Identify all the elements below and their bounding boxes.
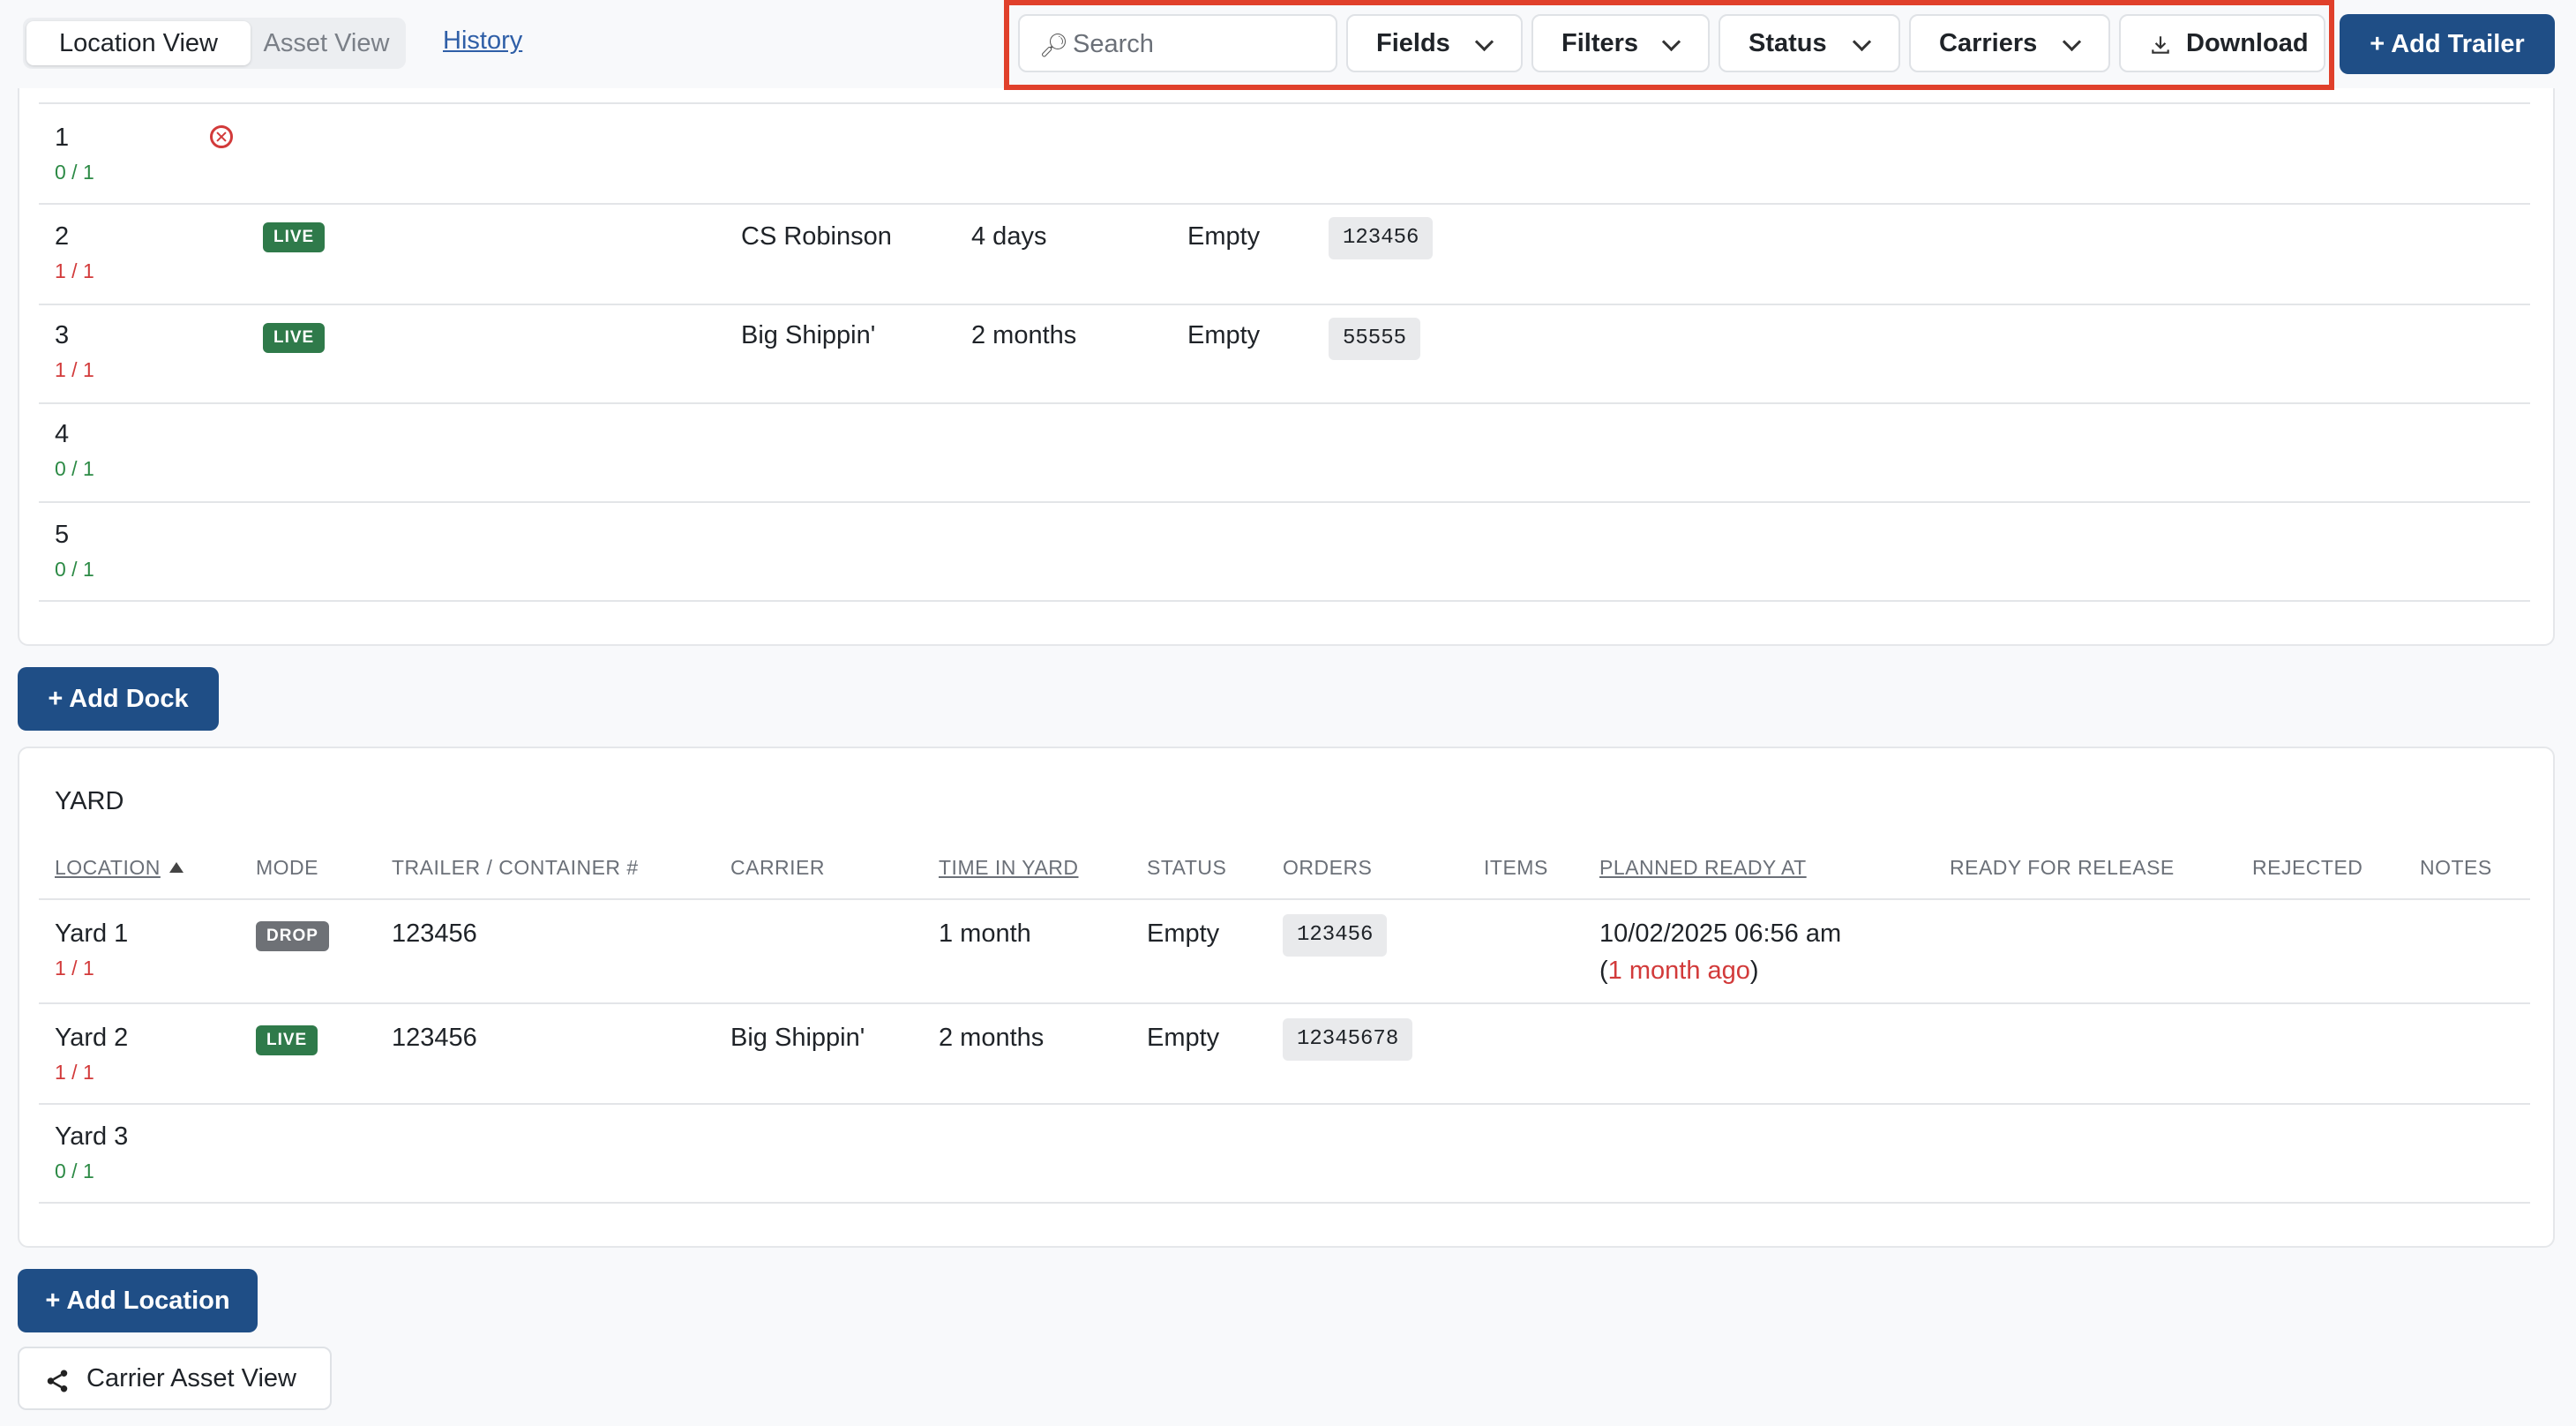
- top-toolbar: Location View Asset View History 🔎︎ Fiel…: [0, 0, 2576, 90]
- column-header-orders: ORDERS: [1283, 856, 1373, 879]
- location-label: 2: [55, 222, 70, 251]
- location-label: 1: [55, 124, 70, 152]
- order-chip[interactable]: 12345678: [1283, 1018, 1413, 1061]
- location-label: 4: [55, 420, 70, 448]
- column-header-items: ITEMS: [1484, 856, 1548, 879]
- column-header-status: STATUS: [1147, 856, 1227, 879]
- column-header-location[interactable]: LOCATION: [55, 856, 183, 880]
- location-view-tab[interactable]: Location View: [26, 21, 251, 65]
- table-row[interactable]: 5 0 / 1: [39, 503, 2530, 602]
- column-header-trailer: TRAILER / CONTAINER #: [392, 856, 639, 879]
- table-row[interactable]: 3 1 / 1 LIVE Big Shippin' 2 months Empty…: [39, 305, 2530, 404]
- carrier-asset-view-button[interactable]: Carrier Asset View: [18, 1347, 332, 1410]
- table-row[interactable]: 2 1 / 1 LIVE CS Robinson 4 days Empty 12…: [39, 205, 2530, 305]
- status-cell: Empty: [1187, 321, 1261, 349]
- occupancy-count: 0 / 1: [55, 161, 94, 184]
- location-label: Yard 2: [55, 1024, 129, 1052]
- status-cell: Empty: [1187, 222, 1261, 251]
- status-cell: Empty: [1147, 1024, 1220, 1052]
- mode-badge: LIVE: [263, 323, 326, 353]
- add-location-button[interactable]: + Add Location: [18, 1269, 258, 1332]
- order-chip[interactable]: 123456: [1329, 217, 1434, 259]
- occupancy-count: 1 / 1: [55, 1061, 94, 1084]
- relative-time: 1 month ago: [1607, 957, 1750, 985]
- table-row[interactable]: 4 0 / 1: [39, 404, 2530, 503]
- column-header-planned-ready-at[interactable]: PLANNED READY AT: [1599, 856, 1807, 880]
- order-chip[interactable]: 123456: [1283, 914, 1388, 957]
- highlight-box: [1004, 0, 2334, 90]
- trailer-cell: 123456: [392, 919, 477, 948]
- table-row[interactable]: Yard 3 0 / 1: [39, 1105, 2530, 1204]
- carrier-cell: Big Shippin': [741, 321, 876, 349]
- carrier-asset-view-label: Carrier Asset View: [86, 1364, 296, 1392]
- occupancy-count: 0 / 1: [55, 1160, 94, 1182]
- planned-ready-relative: (1 month ago): [1599, 957, 1759, 985]
- column-header-carrier: CARRIER: [730, 856, 826, 879]
- location-label: 3: [55, 321, 70, 349]
- section-title: YARD: [55, 787, 124, 815]
- trailer-cell: 123456: [392, 1024, 477, 1052]
- planned-ready-at-cell: 10/02/2025 06:56 am: [1599, 919, 1842, 948]
- table-row[interactable]: Yard 2 1 / 1 LIVE 123456 Big Shippin' 2 …: [39, 1004, 2530, 1105]
- add-dock-button[interactable]: + Add Dock: [18, 667, 219, 731]
- occupancy-count: 1 / 1: [55, 957, 94, 979]
- time-in-yard-cell: 4 days: [971, 222, 1047, 251]
- order-chip[interactable]: 55555: [1329, 318, 1421, 360]
- add-trailer-button[interactable]: + Add Trailer: [2340, 14, 2555, 74]
- location-label: Yard 3: [55, 1122, 129, 1151]
- column-header-notes: NOTES: [2420, 856, 2492, 879]
- view-toggle: Location View Asset View: [23, 18, 406, 69]
- carrier-cell: CS Robinson: [741, 222, 892, 251]
- sort-ascending-icon: [168, 862, 183, 873]
- occupancy-count: 1 / 1: [55, 259, 94, 282]
- table-row[interactable]: Yard 1 1 / 1 DROP 123456 1 month Empty 1…: [39, 900, 2530, 1004]
- error-circle-x-icon: [210, 125, 233, 148]
- occupancy-count: 0 / 1: [55, 457, 94, 480]
- column-header-ready-for-release: READY FOR RELEASE: [1950, 856, 2175, 879]
- history-link[interactable]: History: [443, 26, 522, 56]
- column-header-rejected: REJECTED: [2252, 856, 2363, 879]
- carrier-cell: Big Shippin': [730, 1024, 865, 1052]
- mode-badge: LIVE: [263, 222, 326, 252]
- column-header-label: LOCATION: [55, 856, 161, 879]
- time-in-yard-cell: 2 months: [971, 321, 1077, 349]
- location-label: Yard 1: [55, 919, 129, 948]
- occupancy-count: 0 / 1: [55, 558, 94, 581]
- share-icon: [47, 1370, 68, 1392]
- mode-badge: DROP: [256, 921, 329, 951]
- table-row[interactable]: 1 0 / 1: [39, 104, 2530, 205]
- time-in-yard-cell: 1 month: [939, 919, 1031, 948]
- location-label: 5: [55, 521, 70, 549]
- occupancy-count: 1 / 1: [55, 358, 94, 381]
- asset-view-tab[interactable]: Asset View: [251, 21, 402, 65]
- time-in-yard-cell: 2 months: [939, 1024, 1045, 1052]
- column-header-time-in-yard[interactable]: TIME IN YARD: [939, 856, 1079, 880]
- status-cell: Empty: [1147, 919, 1220, 948]
- mode-badge: LIVE: [256, 1025, 318, 1055]
- column-header-mode: MODE: [256, 856, 318, 879]
